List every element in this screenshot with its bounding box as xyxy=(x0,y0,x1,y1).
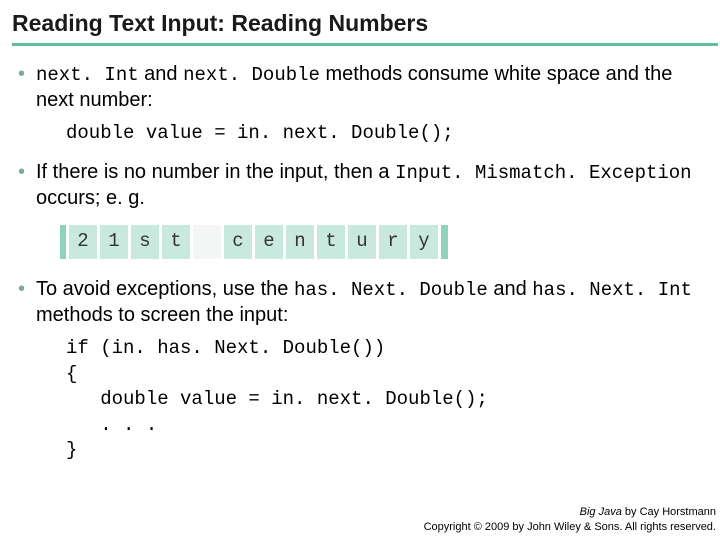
code-inline: next. Double xyxy=(183,64,320,86)
bullet-2: If there is no number in the input, then… xyxy=(18,160,708,259)
footer-copyright: Copyright © 2009 by John Wiley & Sons. A… xyxy=(424,521,716,533)
text: and xyxy=(139,63,183,85)
bullet-3: To avoid exceptions, use the has. Next. … xyxy=(18,277,708,464)
tile-char: e xyxy=(255,225,283,259)
slide: Reading Text Input: Reading Numbers next… xyxy=(0,0,720,540)
text: methods to screen the input: xyxy=(36,304,288,326)
tile-edge xyxy=(441,225,448,259)
tile-char: n xyxy=(286,225,314,259)
tile-char: u xyxy=(348,225,376,259)
title-underline xyxy=(12,43,718,46)
tile-char: 1 xyxy=(100,225,128,259)
code-inline: Input. Mismatch. Exception xyxy=(395,162,691,184)
text: and xyxy=(488,278,532,300)
char-tiles: 21stcentury xyxy=(60,225,708,259)
footer-book: Big Java xyxy=(580,506,622,518)
tile-char: 2 xyxy=(69,225,97,259)
bullet-1: next. Int and next. Double methods consu… xyxy=(18,62,708,146)
tile-char: t xyxy=(162,225,190,259)
tile-char: t xyxy=(317,225,345,259)
bullet-list: next. Int and next. Double methods consu… xyxy=(12,62,720,464)
tile-char: y xyxy=(410,225,438,259)
code-inline: next. Int xyxy=(36,64,139,86)
code-inline: has. Next. Double xyxy=(294,279,488,301)
text: occurs; e. g. xyxy=(36,187,145,209)
code-block-2: if (in. has. Next. Double()) { double va… xyxy=(66,336,708,464)
tile-space xyxy=(193,225,221,259)
footer: Big Java by Cay Horstmann Copyright © 20… xyxy=(424,505,716,534)
text: If there is no number in the input, then… xyxy=(36,161,395,183)
footer-by: by Cay Horstmann xyxy=(622,506,716,518)
code-inline: has. Next. Int xyxy=(532,279,692,301)
code-block-1: double value = in. next. Double(); xyxy=(66,121,708,147)
tile-char: s xyxy=(131,225,159,259)
tile-char: r xyxy=(379,225,407,259)
text: To avoid exceptions, use the xyxy=(36,278,294,300)
tile-edge xyxy=(60,225,66,259)
page-title: Reading Text Input: Reading Numbers xyxy=(12,10,720,43)
tile-char: c xyxy=(224,225,252,259)
